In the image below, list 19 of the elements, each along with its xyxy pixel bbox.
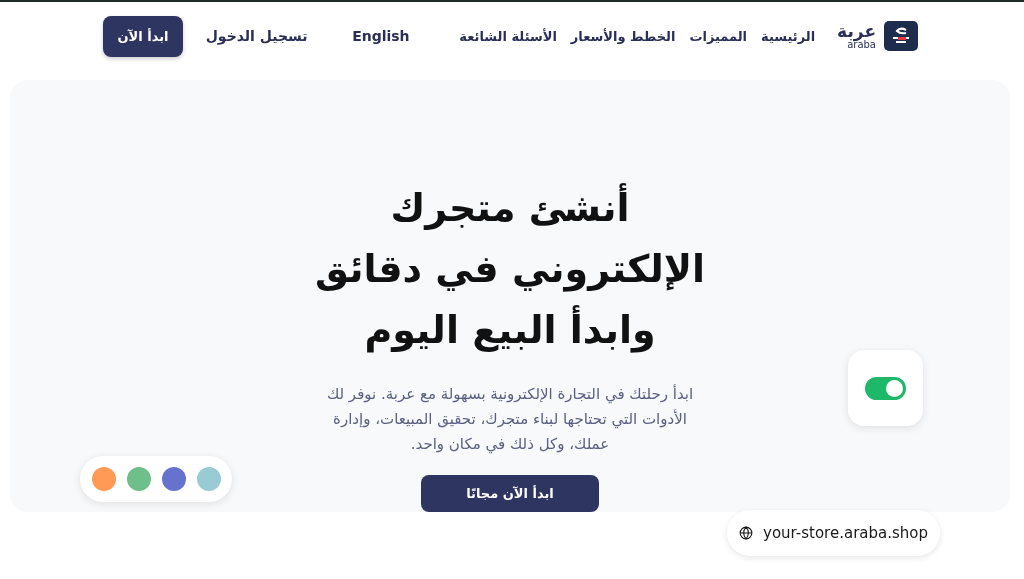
hero-description: ابدأ رحلتك في التجارة الإلكترونية بسهولة مع عربة. نوفر لك الأدوات التي تحتاجها لبناء متجرك، تحقيق المبيعات، وإدارة عملك، وكل ذلك في مكان واحد. [325,383,695,456]
color-swatch[interactable] [196,467,221,491]
logo-icon [884,21,918,51]
nav-link[interactable]: المميزات [689,28,748,44]
login-link[interactable]: تسجيل الدخول [196,28,317,44]
nav-link[interactable]: الرئيسية [761,28,816,44]
language-link[interactable]: English [330,28,432,44]
domain-text: your-store.araba.shop [763,524,928,542]
toggle-switch[interactable] [865,376,906,400]
logo-latin-name: araba [847,39,876,50]
color-swatch[interactable] [91,467,116,491]
start-free-button[interactable]: ابدأ الآن مجانًا [421,474,599,512]
nav-link[interactable]: الأسئلة الشائعة [459,28,557,44]
start-button[interactable]: ابدأ الآن [103,15,183,57]
nav-link[interactable]: الخطط والأسعار [570,28,676,44]
color-swatch[interactable] [126,467,151,491]
logo-name: عربة [837,22,876,40]
color-swatch[interactable] [161,467,186,491]
hero-title: أنشئ متجرك الإلكتروني في دقائق وابدأ البيع اليوم [290,178,730,361]
